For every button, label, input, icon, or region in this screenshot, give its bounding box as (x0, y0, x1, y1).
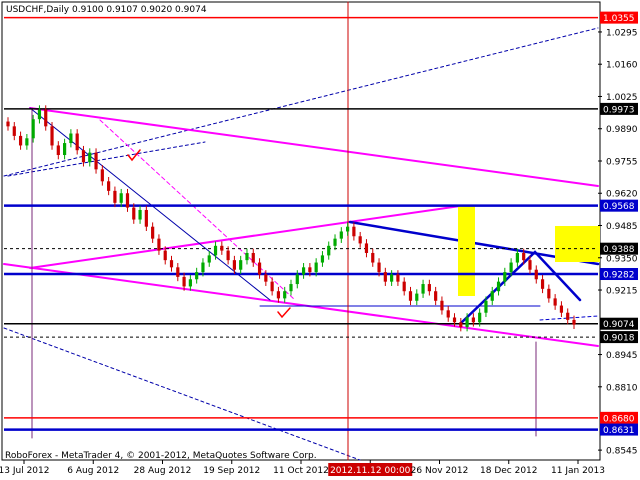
plot-background (0, 0, 640, 480)
y-tick-label: 0.9485 (606, 222, 638, 232)
price-level-label: 1.0355 (603, 14, 635, 24)
x-tick-label: 6 Aug 2012 (67, 466, 119, 476)
x-tick-label: 13 Jul 2012 (0, 466, 49, 476)
ohlc-label: 0.9100 0.9107 0.9020 0.9074 (72, 5, 207, 15)
x-tick-label: 18 Dec 2012 (480, 466, 538, 476)
price-level-label: 0.8680 (603, 414, 635, 424)
x-tick-label: 11 Jan 2013 (551, 466, 605, 476)
y-tick-label: 0.9755 (606, 157, 638, 167)
price-level-label: 0.9074 (603, 320, 635, 330)
y-tick-label: 0.8810 (606, 383, 638, 393)
yellow-target-zone-2 (555, 226, 600, 262)
watermark: RoboForex - MetaTrader 4, © 2001-2012, M… (5, 451, 317, 461)
y-tick-label: 0.9215 (606, 287, 638, 297)
y-tick-label: 0.8545 (606, 447, 638, 457)
x-tick-label: 28 Aug 2012 (134, 466, 192, 476)
y-tick-label: 1.0160 (606, 61, 638, 71)
y-tick-label: 0.9620 (606, 190, 638, 200)
x-tick-label: 26 Nov 2012 (411, 466, 469, 476)
y-tick-label: 0.9890 (606, 125, 638, 135)
y-tick-label: 0.8945 (606, 351, 638, 361)
x-tick-label: 19 Sep 2012 (203, 466, 260, 476)
y-tick-label: 0.9350 (606, 254, 638, 264)
price-level-label: 0.9282 (603, 271, 635, 281)
y-tick-label: 1.0295 (606, 28, 638, 38)
price-level-label: 0.9568 (603, 202, 635, 212)
symbol-label: USDCHF,Daily (6, 5, 70, 15)
price-level-label: 0.9388 (603, 245, 635, 255)
price-level-label: 0.8631 (603, 426, 635, 436)
price-level-label: 0.9018 (603, 334, 635, 344)
yellow-target-zone-1 (458, 206, 475, 296)
price-level-label: 0.9973 (603, 105, 635, 115)
y-tick-label: 1.0025 (606, 93, 638, 103)
highlighted-date-label: 2012.11.12 00:00 (330, 466, 411, 476)
usdchf-daily-chart: 1.0295 1.0160 1.0025 0.9890 0.9755 0.9620 0.94… (0, 0, 640, 480)
x-tick-label: 11 Oct 2012 (273, 466, 329, 476)
